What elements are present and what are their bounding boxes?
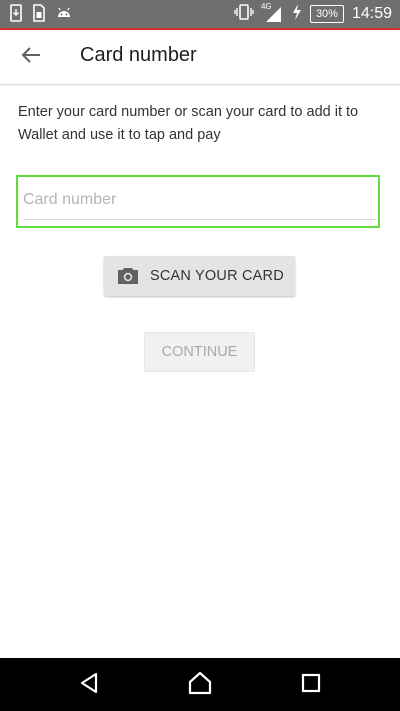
status-notifications (10, 4, 72, 27)
home-icon (187, 671, 213, 700)
scan-card-button[interactable]: SCAN YOUR CARD (104, 256, 295, 296)
continue-button[interactable]: CONTINUE (144, 332, 255, 372)
navigation-bar (0, 658, 400, 711)
sim-icon (32, 4, 46, 27)
status-system-icons: 4G 30% 14:59 (234, 2, 392, 25)
page-title: Card number (80, 44, 197, 66)
android-icon (56, 5, 72, 26)
recents-square-icon (300, 672, 322, 699)
card-number-field[interactable] (16, 175, 380, 228)
nav-recents-button[interactable] (296, 670, 326, 700)
status-bar: 4G 30% 14:59 (0, 0, 400, 30)
card-number-input[interactable] (23, 183, 375, 217)
network-type-label: 4G (260, 2, 272, 11)
nav-home-button[interactable] (185, 670, 215, 700)
scan-card-label: SCAN YOUR CARD (150, 268, 284, 284)
charging-icon (292, 3, 302, 25)
input-underline (23, 219, 377, 220)
nav-back-button[interactable] (74, 670, 104, 700)
instructions-text: Enter your card number or scan your card… (18, 104, 359, 143)
signal-4g-icon: 4G (260, 2, 284, 23)
battery-indicator: 30% (309, 5, 344, 23)
download-app-icon (10, 4, 22, 27)
back-triangle-icon (78, 671, 100, 700)
arrow-back-icon (21, 46, 41, 69)
status-time: 14:59 (351, 5, 392, 22)
app-bar: Card number (0, 30, 400, 85)
vibrate-icon (234, 3, 254, 25)
back-button[interactable] (14, 43, 48, 71)
camera-icon (116, 266, 140, 286)
